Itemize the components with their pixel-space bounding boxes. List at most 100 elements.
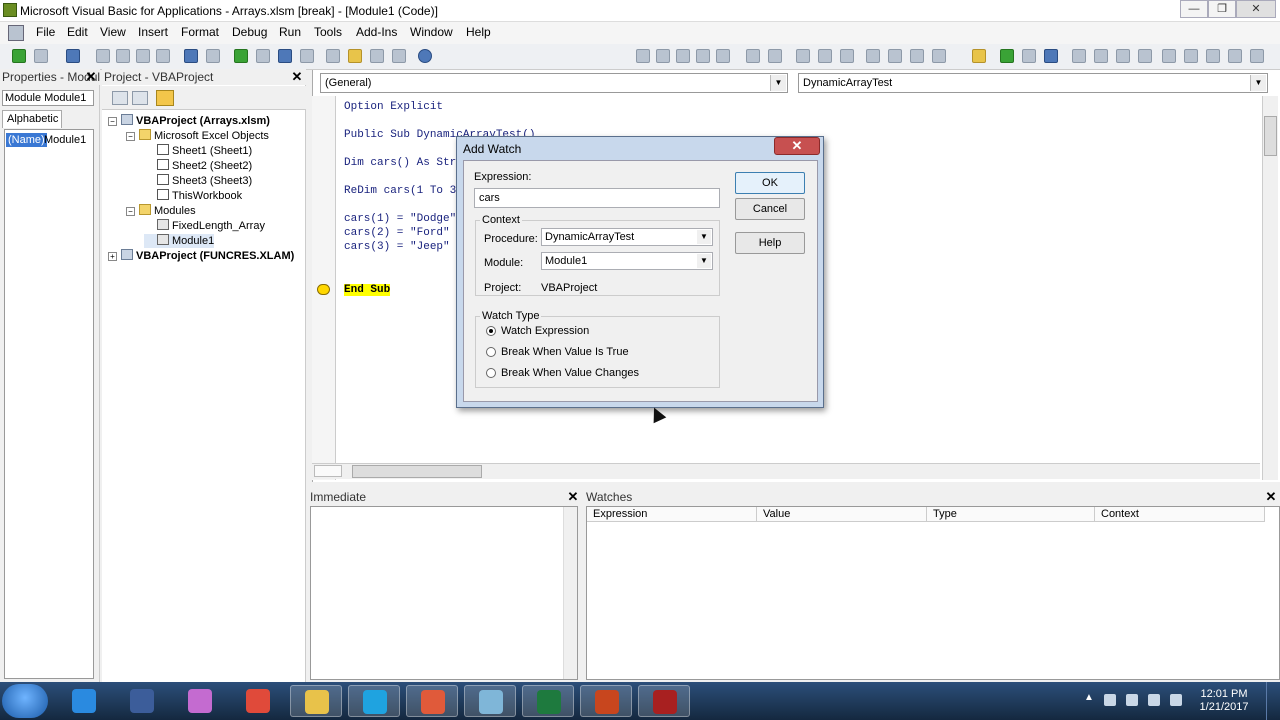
cancel-button[interactable]: Cancel	[735, 198, 805, 220]
quick-watch-icon[interactable]	[1228, 49, 1242, 63]
procedure-select[interactable]: DynamicArrayTest ▼	[541, 228, 713, 246]
help-icon[interactable]	[418, 49, 432, 63]
run-2-icon[interactable]	[1000, 49, 1014, 63]
horizontal-scroll-thumb[interactable]	[352, 465, 482, 478]
project-explorer-icon[interactable]	[326, 49, 340, 63]
menu-insert[interactable]: Insert	[138, 25, 168, 39]
watches-window[interactable]	[586, 506, 1280, 680]
code-line[interactable]: cars(1) = "Dodge"	[344, 212, 456, 226]
view-object-icon[interactable]	[132, 91, 148, 105]
watch-type-option-label[interactable]: Watch Expression	[501, 325, 589, 337]
vertical-scroll-thumb[interactable]	[1264, 116, 1277, 156]
excel-switch-icon[interactable]	[8, 25, 24, 41]
reset-icon[interactable]	[278, 49, 292, 63]
list-properties-icon[interactable]	[636, 49, 650, 63]
taskbar-chrome-button[interactable]	[232, 685, 284, 717]
menu-tools[interactable]: Tools	[314, 25, 342, 39]
chevron-down-icon[interactable]: ▼	[697, 230, 711, 244]
property-name-key[interactable]: (Name)	[6, 133, 47, 147]
uncomment-block-icon[interactable]	[840, 49, 854, 63]
network-icon[interactable]	[1126, 694, 1138, 706]
start-button[interactable]	[2, 684, 48, 718]
code-vertical-scrollbar[interactable]	[1262, 96, 1278, 480]
close-window-button[interactable]: ✕	[1236, 0, 1276, 18]
run-icon[interactable]	[234, 49, 248, 63]
reset-2-icon[interactable]	[1044, 49, 1058, 63]
break-2-icon[interactable]	[1022, 49, 1036, 63]
battery-icon[interactable]	[1148, 694, 1160, 706]
copy-icon[interactable]	[116, 49, 130, 63]
collapse-icon[interactable]: −	[126, 207, 135, 216]
watch-col-expression[interactable]: Expression	[587, 507, 757, 522]
vba-app-icon[interactable]	[3, 3, 17, 17]
menu-format[interactable]: Format	[181, 25, 219, 39]
properties-object-select[interactable]: Module Module1	[2, 90, 94, 106]
ok-button[interactable]: OK	[735, 172, 805, 194]
menu-help[interactable]: Help	[466, 25, 491, 39]
taskbar-chrome-profile-button[interactable]	[406, 685, 458, 717]
watch-type-radio[interactable]	[486, 368, 496, 378]
redo-icon[interactable]	[206, 49, 220, 63]
menu-run[interactable]: Run	[279, 25, 301, 39]
undo-icon[interactable]	[184, 49, 198, 63]
code-line[interactable]: Option Explicit	[344, 100, 443, 114]
procedure-combo[interactable]: DynamicArrayTest ▼	[798, 73, 1268, 93]
close-immediate-icon[interactable]: ✕	[566, 490, 580, 504]
toolbox-icon[interactable]	[392, 49, 406, 63]
collapse-icon[interactable]: −	[126, 132, 135, 141]
watch-window-icon[interactable]	[1206, 49, 1220, 63]
minimize-button[interactable]: —	[1180, 0, 1208, 18]
property-name-value[interactable]: Module1	[44, 133, 86, 147]
tree-node[interactable]: Sheet2 (Sheet2)	[144, 159, 252, 173]
tree-node[interactable]: − VBAProject (Arrays.xlsm)	[108, 114, 270, 128]
tree-node[interactable]: Sheet3 (Sheet3)	[144, 174, 252, 188]
complete-word-icon[interactable]	[716, 49, 730, 63]
taskbar-powerpoint-button[interactable]	[580, 685, 632, 717]
tab-alphabetic[interactable]: Alphabetic	[2, 110, 62, 128]
system-clock[interactable]: 12:01 PM 1/21/2017	[1192, 688, 1256, 714]
restore-button[interactable]: ❐	[1208, 0, 1236, 18]
tree-node[interactable]: ThisWorkbook	[144, 189, 242, 203]
watch-type-option-label[interactable]: Break When Value Is True	[501, 346, 629, 358]
immediate-window-icon[interactable]	[1184, 49, 1198, 63]
view-toggle-icon[interactable]	[314, 465, 342, 477]
find-icon[interactable]	[156, 49, 170, 63]
parameter-info-icon[interactable]	[696, 49, 710, 63]
code-line[interactable]: ReDim cars(1 To 3)	[344, 184, 463, 198]
taskbar-paint-button[interactable]	[174, 685, 226, 717]
indent-icon[interactable]	[746, 49, 760, 63]
toggle-bookmark-icon[interactable]	[866, 49, 880, 63]
taskbar-excel-button[interactable]	[522, 685, 574, 717]
taskbar-internet-explorer-button[interactable]	[58, 685, 110, 717]
watch-type-radio[interactable]	[486, 326, 496, 336]
cut-icon[interactable]	[96, 49, 110, 63]
taskbar-skype-button[interactable]	[348, 685, 400, 717]
code-line-end-sub[interactable]: End Sub	[344, 283, 391, 297]
step-out-icon[interactable]	[1138, 49, 1152, 63]
taskbar-file-explorer-button[interactable]	[290, 685, 342, 717]
immediate-scrollbar[interactable]	[563, 507, 577, 679]
tree-node[interactable]: − Modules	[126, 204, 196, 218]
taskbar-notes-button[interactable]	[464, 685, 516, 717]
immediate-window[interactable]	[310, 506, 578, 680]
menu-file[interactable]: File	[36, 25, 55, 39]
menu-window[interactable]: Window	[410, 25, 453, 39]
tree-node[interactable]: Sheet1 (Sheet1)	[144, 144, 252, 158]
close-properties-icon[interactable]: ✕	[84, 70, 98, 84]
chevron-down-icon[interactable]: ▼	[697, 254, 711, 268]
watch-type-option-label[interactable]: Break When Value Changes	[501, 367, 639, 379]
break-icon[interactable]	[256, 49, 270, 63]
next-bookmark-icon[interactable]	[888, 49, 902, 63]
watch-col-context[interactable]: Context	[1095, 507, 1265, 522]
dialog-close-button[interactable]: ✕	[774, 137, 820, 155]
design-mode-icon[interactable]	[300, 49, 314, 63]
object-browser-icon[interactable]	[370, 49, 384, 63]
code-horizontal-scrollbar[interactable]	[312, 463, 1260, 479]
properties-window-icon[interactable]	[348, 49, 362, 63]
toggle-breakpoint-icon[interactable]	[796, 49, 810, 63]
menu-addins[interactable]: Add-Ins	[356, 25, 397, 39]
insert-module-icon[interactable]	[34, 49, 48, 63]
menu-view[interactable]: View	[100, 25, 126, 39]
quick-info-icon[interactable]	[676, 49, 690, 63]
paste-icon[interactable]	[136, 49, 150, 63]
